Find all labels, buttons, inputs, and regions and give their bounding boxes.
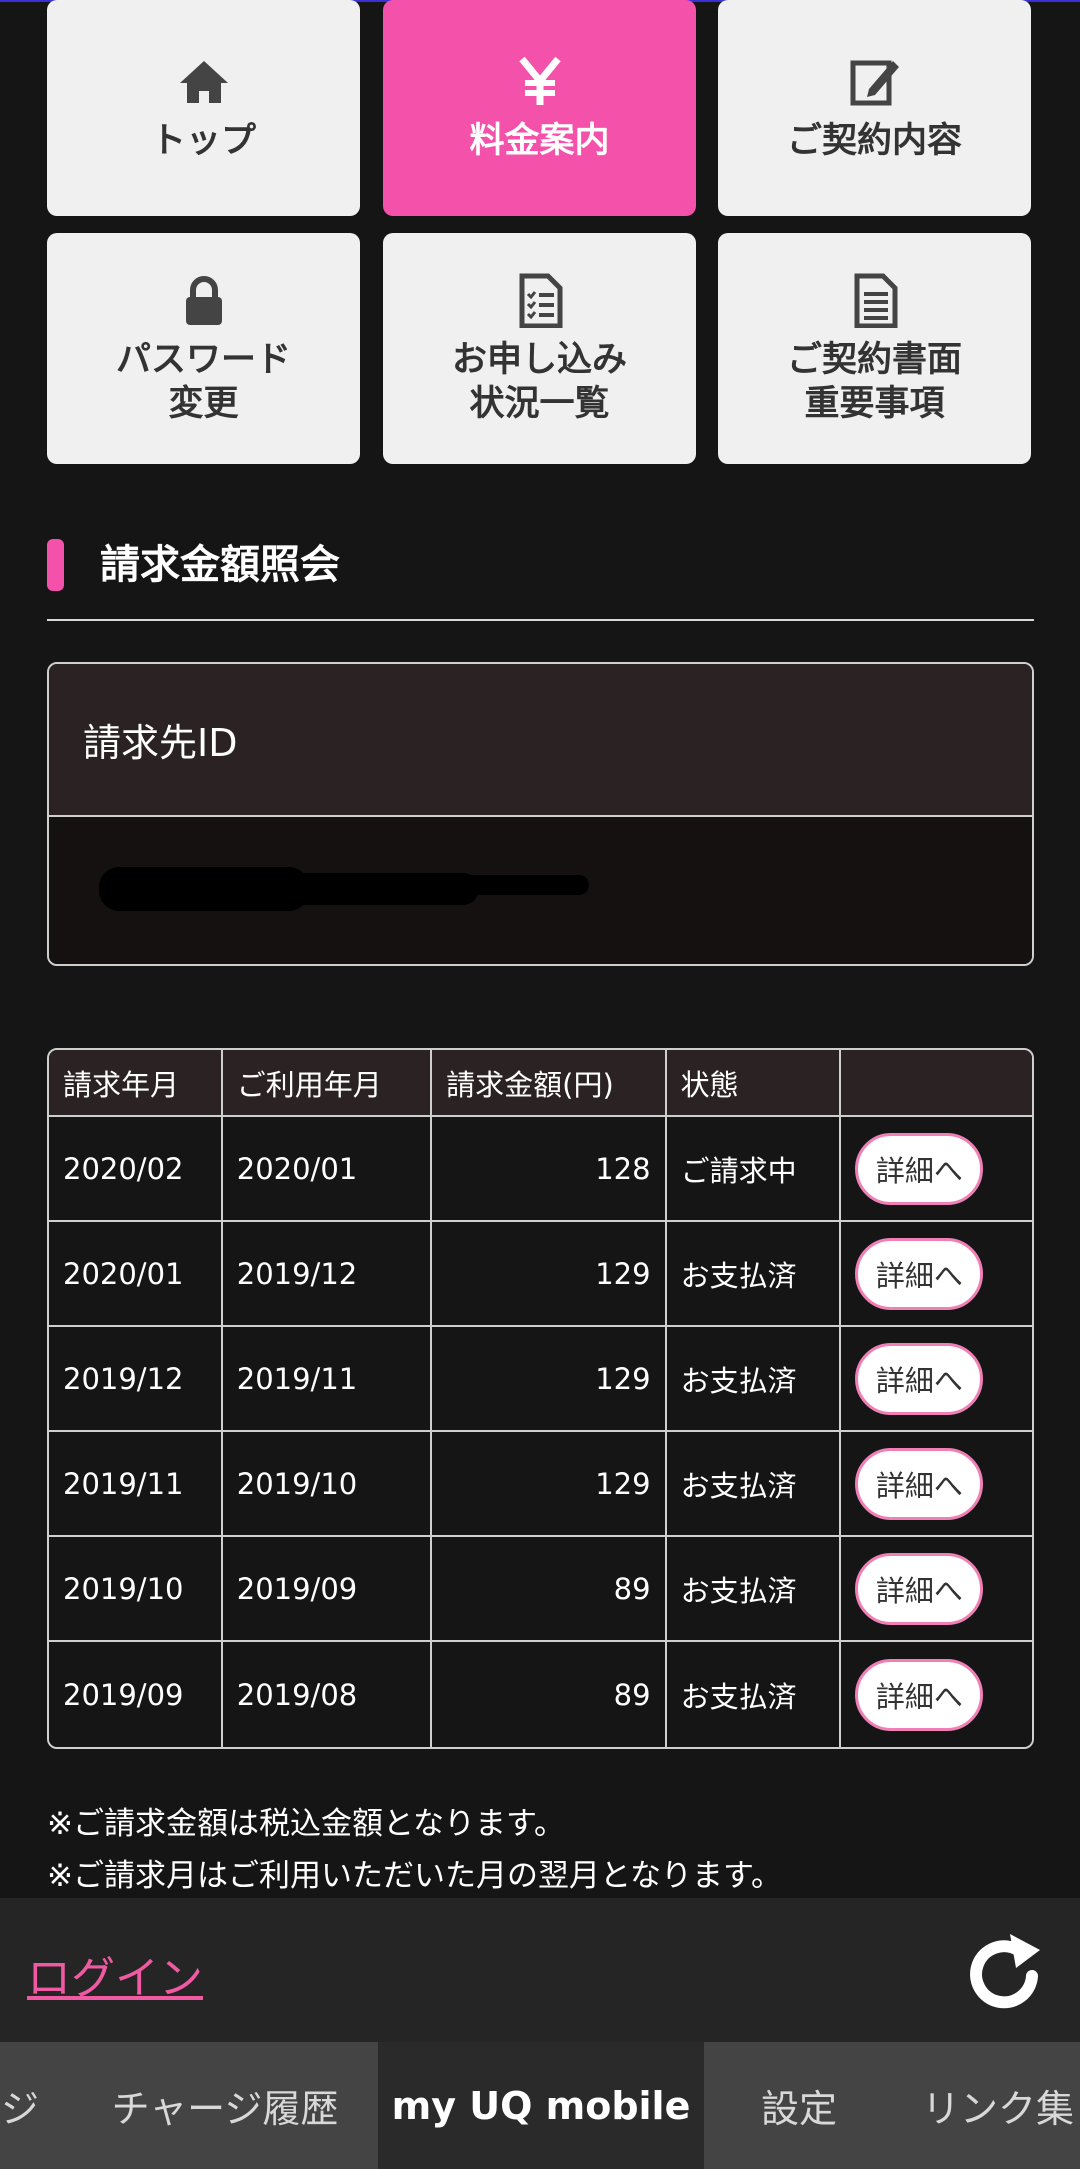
billing-table: 請求年月 ご利用年月 請求金額(円) 状態 2020/02 2020/01 12… (47, 1048, 1034, 1749)
detail-button[interactable]: 詳細へ (855, 1552, 984, 1625)
tab-settings[interactable]: 設定 (704, 2042, 894, 2169)
detail-button[interactable]: 詳細へ (855, 1237, 984, 1310)
checklist-icon (512, 272, 568, 328)
status: お支払済 (666, 1222, 842, 1327)
tile-label: トップ (150, 121, 256, 161)
status: お支払済 (666, 1432, 842, 1537)
amount: 129 (432, 1222, 667, 1327)
home-icon (176, 53, 232, 109)
bill-month: 2019/10 (49, 1537, 223, 1642)
edit-icon (847, 53, 903, 109)
amount: 129 (432, 1327, 667, 1432)
tile-password[interactable]: パスワード 変更 (47, 233, 360, 464)
detail-button[interactable]: 詳細へ (855, 1658, 984, 1731)
usage-month: 2019/11 (222, 1327, 433, 1432)
note-billing-month: ※ご請求月はご利用いただいた月の翌月となります。 (47, 1858, 782, 1894)
tile-contract-documents[interactable]: ご契約書面 重要事項 (718, 233, 1031, 464)
usage-month: 2019/09 (222, 1537, 433, 1642)
col-amount: 請求金額(円) (432, 1050, 667, 1117)
col-usage-month: ご利用年月 (222, 1050, 433, 1117)
col-status: 状態 (666, 1050, 842, 1117)
bill-month: 2019/11 (49, 1432, 223, 1537)
bill-month: 2020/02 (49, 1117, 223, 1222)
tile-contract[interactable]: ご契約内容 (718, 0, 1031, 216)
tab-charge-history[interactable]: チャージ履歴 (80, 2042, 370, 2169)
amount: 89 (432, 1537, 667, 1642)
table-row: 2020/02 2020/01 128 ご請求中 詳細へ (49, 1117, 1032, 1222)
tile-label: パスワード 変更 (115, 339, 291, 424)
section-title: 請求金額照会 (100, 542, 340, 588)
status: お支払済 (666, 1642, 842, 1747)
tile-label: 料金案内 (469, 121, 610, 161)
usage-month: 2019/12 (222, 1222, 433, 1327)
table-row: 2019/10 2019/09 89 お支払済 詳細へ (49, 1537, 1032, 1642)
document-icon (847, 272, 903, 328)
bill-month: 2019/12 (49, 1327, 223, 1432)
billing-id-box: 請求先ID (47, 662, 1034, 966)
section-accent-bar (47, 539, 64, 591)
lock-icon (176, 272, 232, 328)
tile-label: ご契約書面 重要事項 (786, 339, 962, 424)
tile-pricing[interactable]: 料金案内 (383, 0, 696, 216)
usage-month: 2020/01 (222, 1117, 433, 1222)
login-bar: ログイン (0, 1898, 1080, 2042)
tab-charge-partial[interactable]: ジ (0, 2042, 50, 2169)
tile-label: ご契約内容 (786, 121, 962, 161)
bottom-tab-bar: ジ チャージ履歴 my UQ mobile 設定 リンク集 (0, 2042, 1080, 2169)
tile-top[interactable]: トップ (47, 0, 360, 216)
tile-application-status[interactable]: お申し込み 状況一覧 (383, 233, 696, 464)
table-row: 2019/12 2019/11 129 お支払済 詳細へ (49, 1327, 1032, 1432)
usage-month: 2019/08 (222, 1642, 433, 1747)
table-row: 2019/11 2019/10 129 お支払済 詳細へ (49, 1432, 1032, 1537)
bill-month: 2020/01 (49, 1222, 223, 1327)
amount: 89 (432, 1642, 667, 1747)
amount: 128 (432, 1117, 667, 1222)
refresh-icon[interactable] (960, 1928, 1050, 2018)
status: お支払済 (666, 1327, 842, 1432)
section-divider (47, 619, 1034, 621)
col-bill-month: 請求年月 (49, 1050, 223, 1117)
login-link[interactable]: ログイン (27, 1942, 203, 2006)
footnotes: ※ご請求金額は税込金額となります。 ※ご請求月はご利用いただいた月の翌月となりま… (47, 1798, 782, 1902)
table-row: 2020/01 2019/12 129 お支払済 詳細へ (49, 1222, 1032, 1327)
usage-month: 2019/10 (222, 1432, 433, 1537)
note-tax: ※ご請求金額は税込金額となります。 (47, 1806, 565, 1842)
detail-button[interactable]: 詳細へ (855, 1342, 984, 1415)
table-row: 2019/09 2019/08 89 お支払済 詳細へ (49, 1642, 1032, 1747)
amount: 129 (432, 1432, 667, 1537)
tab-links[interactable]: リンク集 (902, 2042, 1080, 2169)
status: お支払済 (666, 1537, 842, 1642)
bill-month: 2019/09 (49, 1642, 223, 1747)
detail-button[interactable]: 詳細へ (855, 1447, 984, 1520)
yen-icon (512, 53, 568, 109)
billing-id-label: 請求先ID (49, 664, 1032, 817)
billing-id-value-redacted (49, 817, 1032, 964)
tab-my-uq-mobile[interactable]: my UQ mobile (378, 2042, 704, 2169)
table-header-row: 請求年月 ご利用年月 請求金額(円) 状態 (49, 1050, 1032, 1117)
status: ご請求中 (666, 1117, 842, 1222)
tile-label: お申し込み 状況一覧 (451, 339, 627, 424)
detail-button[interactable]: 詳細へ (855, 1132, 984, 1205)
col-action (841, 1050, 1032, 1117)
